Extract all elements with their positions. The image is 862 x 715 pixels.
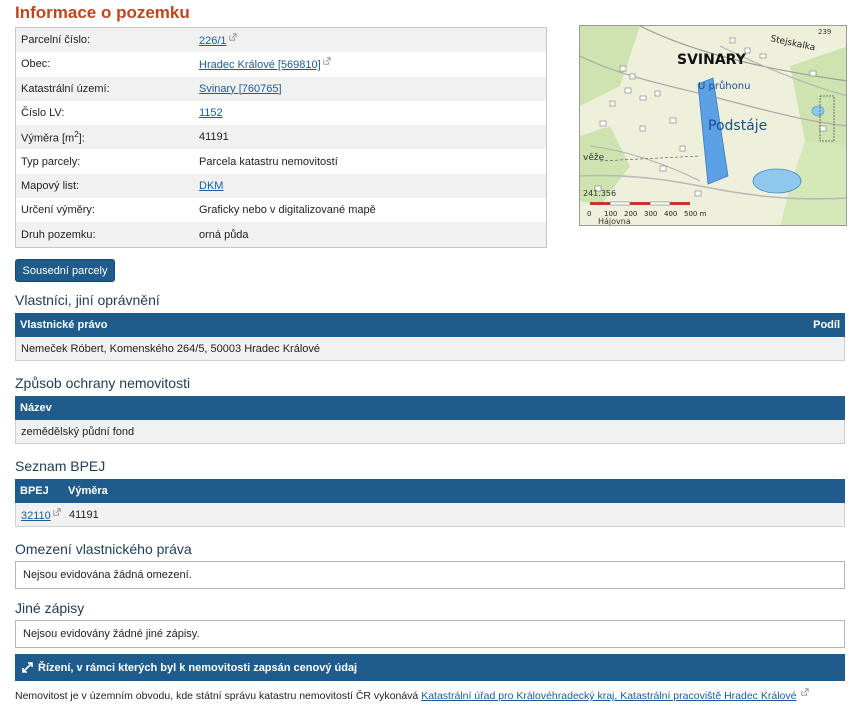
svg-text:500 m: 500 m bbox=[684, 210, 707, 218]
cadastral-area-link[interactable]: Svinary [760765] bbox=[199, 83, 282, 95]
price-proceedings-bar[interactable]: Řízení, v rámci kterých byl k nemovitost… bbox=[15, 654, 845, 681]
svg-text:0: 0 bbox=[587, 210, 591, 218]
info-label: Druh pozemku: bbox=[21, 228, 96, 241]
price-proceedings-label: Řízení, v rámci kterých byl k nemovitost… bbox=[38, 661, 358, 674]
lv-number-link[interactable]: 1152 bbox=[199, 107, 223, 119]
map-label-239: 239 bbox=[818, 28, 831, 36]
owners-col-right: Vlastnické právo bbox=[20, 319, 108, 331]
info-label: Výměra [m2]: bbox=[21, 130, 85, 145]
map-scale-bar: 0 100 200 300 400 500 m bbox=[587, 201, 707, 218]
map-label-veze: věže bbox=[583, 153, 605, 163]
external-link-icon[interactable] bbox=[228, 33, 237, 41]
map-label-elev: 241.356 bbox=[583, 189, 616, 198]
bpej-col-code: BPEJ bbox=[20, 485, 49, 497]
map-label-podstaje: Podstáje bbox=[708, 118, 767, 134]
bpej-col-area: Výměra bbox=[68, 485, 108, 497]
info-label: Číslo LV: bbox=[21, 107, 65, 120]
info-row-area: Výměra [m2]: 41191 bbox=[16, 125, 546, 150]
parcel-number-link[interactable]: 226/1 bbox=[199, 35, 227, 47]
protection-col-name: Název bbox=[20, 402, 52, 414]
info-row-map-sheet: Mapový list: DKM bbox=[16, 173, 546, 199]
protection-row: zemědělský půdní fond bbox=[15, 420, 845, 444]
map-label-hajovna: Hájovna bbox=[598, 217, 631, 226]
info-row-cadastral-area: Katastrální území: Svinary [760765] bbox=[16, 76, 546, 101]
parcel-info-table: Parcelní číslo: 226/1 Obec: Hradec Králo… bbox=[15, 27, 547, 248]
cadastral-office-link[interactable]: Katastrální úřad pro Královéhradecký kra… bbox=[421, 690, 796, 702]
info-row-land-type: Druh pozemku: orná půda bbox=[16, 222, 546, 247]
bpej-row: 32110 41191 bbox=[15, 503, 845, 527]
external-link-icon[interactable] bbox=[323, 57, 331, 66]
external-link-icon[interactable] bbox=[801, 688, 809, 696]
protection-header: Název bbox=[15, 396, 845, 420]
svg-text:400: 400 bbox=[664, 210, 677, 218]
other-text: Nejsou evidovány žádné jiné zápisy. bbox=[23, 628, 200, 640]
info-row-municipality: Obec: Hradec Králové [569810] bbox=[16, 52, 546, 76]
bpej-header: BPEJ Výměra bbox=[15, 479, 845, 503]
protection-title: Způsob ochrany nemovitosti bbox=[15, 375, 191, 391]
other-title: Jiné zápisy bbox=[15, 600, 85, 616]
external-link-icon[interactable] bbox=[53, 507, 61, 516]
page-title: Informace o pozemku bbox=[15, 3, 190, 22]
svg-text:200: 200 bbox=[624, 210, 637, 218]
info-label: Určení výměry: bbox=[21, 204, 95, 217]
svg-text:300: 300 bbox=[644, 210, 657, 218]
municipality-link[interactable]: Hradec Králové [569810] bbox=[199, 59, 321, 71]
other-box: Nejsou evidovány žádné jiné zápisy. bbox=[15, 620, 845, 648]
neighbor-parcels-button[interactable]: Sousední parcely bbox=[15, 259, 115, 282]
parcel-type-value: Parcela katastru nemovitostí bbox=[199, 155, 338, 168]
bpej-code-link[interactable]: 32110 bbox=[21, 510, 51, 522]
map-label-town: SVINARY bbox=[677, 52, 747, 68]
info-row-parcel-number: Parcelní číslo: 226/1 bbox=[16, 28, 546, 53]
info-label: Obec: bbox=[21, 58, 51, 71]
info-label: Typ parcely: bbox=[21, 155, 81, 168]
map-label-u-pruhonu: U průhonu bbox=[698, 80, 750, 92]
owners-header: Vlastnické právo Podíl bbox=[15, 313, 845, 337]
expand-arrows-icon bbox=[22, 662, 33, 673]
area-value: 41191 bbox=[199, 131, 229, 144]
owners-row: Nemeček Róbert, Komenského 264/5, 50003 … bbox=[15, 337, 845, 361]
bpej-title: Seznam BPEJ bbox=[15, 458, 106, 474]
owner-name: Nemeček Róbert, Komenského 264/5, 50003 … bbox=[21, 342, 321, 355]
footer-text: Nemovitost je v územním obvodu, kde stát… bbox=[15, 690, 419, 702]
info-label: Katastrální území: bbox=[21, 82, 110, 95]
owners-col-share: Podíl bbox=[813, 319, 840, 331]
footer-note: Nemovitost je v územním obvodu, kde stát… bbox=[15, 688, 847, 704]
info-label: Parcelní číslo: bbox=[21, 34, 91, 47]
info-row-lv-number: Číslo LV: 1152 bbox=[16, 101, 546, 125]
restrictions-box: Nejsou evidována žádná omezení. bbox=[15, 561, 845, 589]
land-type-value: orná půda bbox=[199, 228, 249, 241]
owners-title: Vlastníci, jiní oprávnění bbox=[15, 292, 160, 308]
protection-value: zemědělský půdní fond bbox=[21, 425, 135, 438]
parcel-map[interactable]: SVINARY U průhonu Podstáje Stejskalka 23… bbox=[579, 25, 847, 226]
info-label: Mapový list: bbox=[21, 179, 80, 192]
bpej-area: 41191 bbox=[69, 508, 99, 521]
restrictions-title: Omezení vlastnického práva bbox=[15, 541, 192, 557]
info-row-parcel-type: Typ parcely: Parcela katastru nemovitost… bbox=[16, 149, 546, 173]
map-sheet-link[interactable]: DKM bbox=[199, 180, 223, 192]
area-determination-value: Graficky nebo v digitalizované mapě bbox=[199, 204, 376, 217]
restrictions-text: Nejsou evidována žádná omezení. bbox=[23, 569, 192, 581]
map-canvas: SVINARY U průhonu Podstáje Stejskalka 23… bbox=[580, 26, 846, 226]
info-row-area-determination: Určení výměry: Graficky nebo v digitaliz… bbox=[16, 198, 546, 222]
svg-text:100: 100 bbox=[604, 210, 617, 218]
